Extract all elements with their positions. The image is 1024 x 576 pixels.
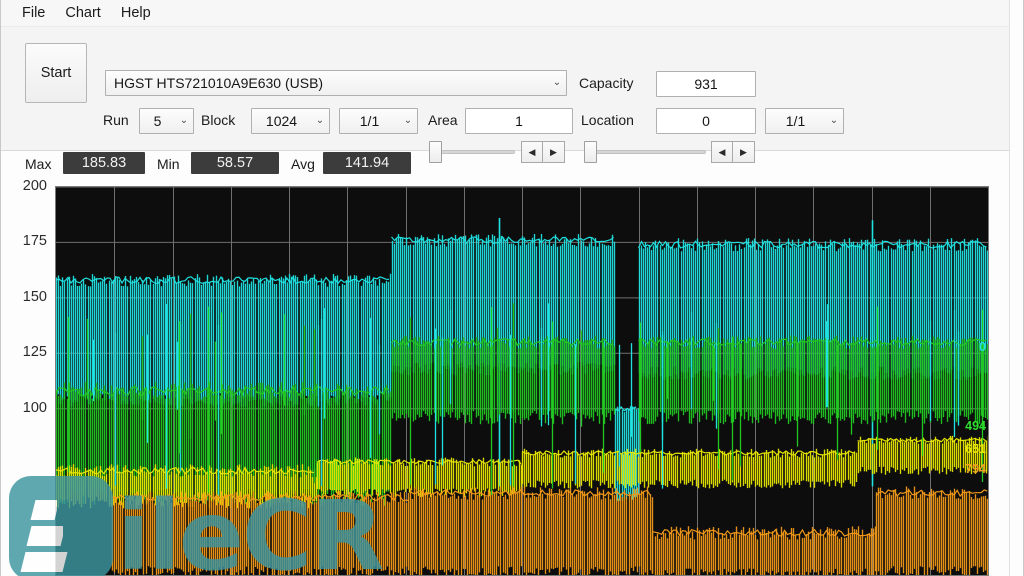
min-label: Min [157,156,180,172]
chart: 200 175 150 125 100 0 494 651 794 [1,178,1023,576]
capacity-value: 931 [694,76,718,92]
plot-area[interactable]: 0 494 651 794 [55,186,989,576]
start-button[interactable]: Start [25,43,87,103]
menu-chart[interactable]: Chart [56,3,109,24]
block-part-value: 1/1 [359,113,380,129]
block-label: Block [201,112,236,128]
stats-bar: Max 185.83 Min 58.57 Avg 141.94 [1,152,1023,180]
y-axis-tick: 175 [22,233,47,250]
location-value: 0 [702,113,710,129]
right-gutter [1009,0,1023,576]
location-part-select[interactable]: 1/1 ⌄ [765,108,844,134]
area-value: 1 [515,113,523,129]
capacity-label: Capacity [579,75,634,91]
location-input[interactable]: 0 [656,108,756,134]
menu-bar: File Chart Help [1,0,1023,27]
toolbar: Start HGST HTS721010A9E630 (USB) ⌄ Capac… [1,27,1023,163]
max-label: Max [25,156,52,172]
avg-label: Avg [291,156,315,172]
chevron-down-icon: ⌄ [829,115,839,126]
run-select-value: 5 [153,113,162,129]
y-axis-tick: 200 [22,178,47,194]
capacity-input[interactable]: 931 [656,71,756,97]
series-series-orange [111,486,988,575]
area-input[interactable]: 1 [465,108,573,134]
location-label: Location [581,112,634,128]
device-select[interactable]: HGST HTS721010A9E630 (USB) ⌄ [105,70,567,96]
block-select[interactable]: 1024 ⌄ [251,108,330,134]
app-window: File Chart Help Start HGST HTS721010A9E6… [0,0,1024,576]
location-part-value: 1/1 [785,113,806,129]
y-axis: 200 175 150 125 100 [1,178,53,576]
avg-value: 141.94 [323,152,411,174]
plot-canvas [56,187,988,575]
max-value: 185.83 [63,152,145,174]
run-label: Run [103,112,129,128]
menu-file[interactable]: File [13,3,54,24]
block-select-value: 1024 [265,113,298,129]
block-part-select[interactable]: 1/1 ⌄ [339,108,418,134]
y-axis-tick: 125 [22,344,47,361]
min-value: 58.57 [191,152,279,174]
chevron-down-icon: ⌄ [315,115,325,126]
device-select-value: HGST HTS721010A9E630 (USB) [114,75,324,91]
y-axis-tick: 100 [22,399,47,416]
y-axis-tick: 150 [22,288,47,305]
run-select[interactable]: 5 ⌄ [139,108,194,134]
chevron-down-icon: ⌄ [403,115,413,126]
menu-help[interactable]: Help [112,3,160,24]
area-label: Area [428,112,458,128]
chevron-down-icon: ⌄ [179,115,189,126]
chevron-down-icon: ⌄ [552,77,562,88]
